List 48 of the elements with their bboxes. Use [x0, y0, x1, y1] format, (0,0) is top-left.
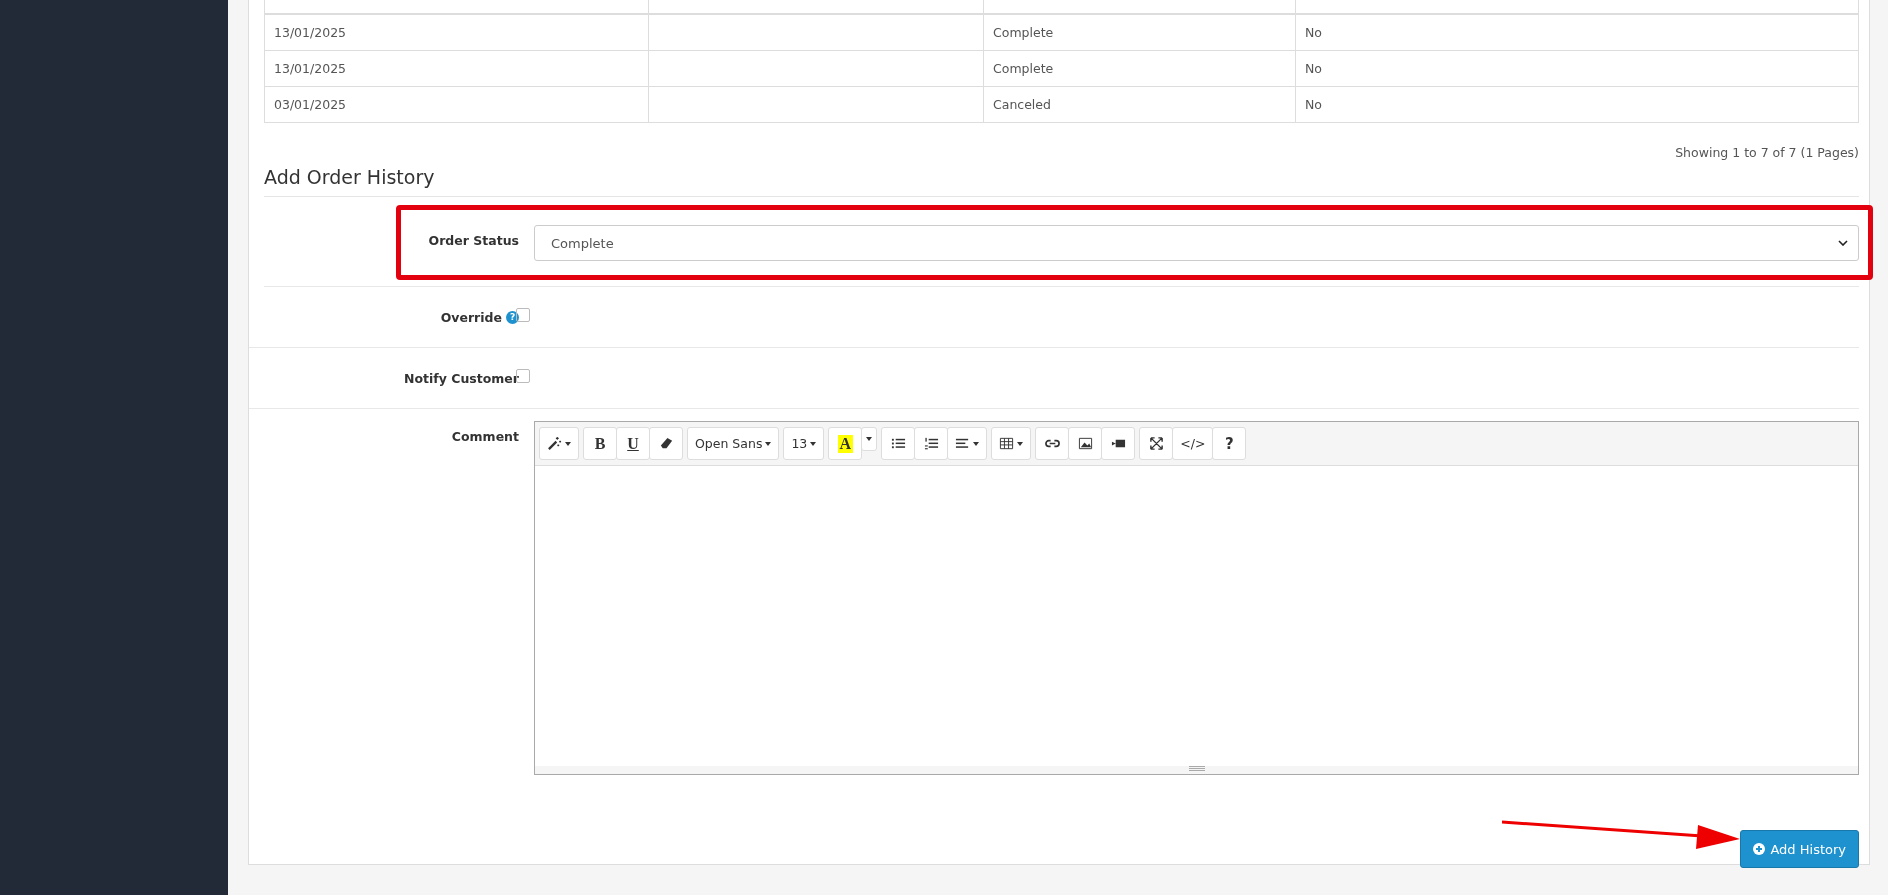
picture-tool-button[interactable]: [1068, 427, 1103, 460]
link-tool-button[interactable]: [1035, 427, 1070, 460]
numbered-list-icon: [923, 436, 939, 451]
chevron-down-icon: [1838, 240, 1848, 246]
align-tool-button[interactable]: [947, 427, 988, 460]
field-label: Notify Customer: [404, 371, 519, 386]
table-cell: Complete: [993, 61, 1054, 76]
underline-tool-button[interactable]: U: [616, 427, 650, 460]
table-cell: No: [1305, 25, 1322, 40]
caret-tool-button[interactable]: [861, 427, 878, 451]
ul-tool-button[interactable]: [881, 427, 916, 460]
code-tool-button[interactable]: </>: [1172, 427, 1214, 460]
fullscreen-tool-button[interactable]: [1139, 427, 1174, 460]
field-label: Order Status: [428, 233, 519, 248]
table-icon: [999, 436, 1015, 451]
table-cell: No: [1305, 61, 1322, 76]
ol-tool-button[interactable]: [914, 427, 949, 460]
video-tool-button[interactable]: [1101, 427, 1136, 460]
table-cell: Canceled: [993, 97, 1051, 112]
eraser-tool-button[interactable]: [649, 427, 683, 460]
table-cell: 03/01/2025: [274, 97, 347, 112]
magic-tool-button[interactable]: [539, 427, 579, 460]
size-tool-button[interactable]: 13: [783, 427, 825, 460]
table-cell: 13/01/2025: [274, 61, 347, 76]
section-title: Add Order History: [264, 166, 1859, 197]
bold-tool-button[interactable]: B: [583, 427, 617, 460]
field-label: Override: [440, 310, 502, 325]
picture-icon: [1077, 436, 1093, 451]
eraser-icon: [658, 436, 674, 451]
checkbox[interactable]: [516, 308, 530, 322]
pagination-text: Showing 1 to 7 of 7 (1 Pages): [1675, 145, 1859, 160]
status-select[interactable]: Complete: [534, 225, 1859, 261]
color-tool-button[interactable]: A: [828, 427, 863, 460]
plus-circle-icon: [1753, 843, 1766, 855]
table-cell: Complete: [993, 25, 1054, 40]
resize-grip-icon[interactable]: [1188, 766, 1205, 771]
magic-wand-icon: [547, 436, 562, 451]
bullet-list-icon: [890, 436, 906, 451]
rich-text-editor[interactable]: B U Open Sans 13 A </> ?: [534, 421, 1859, 775]
table-cell: 13/01/2025: [274, 25, 347, 40]
help-tool-button[interactable]: ?: [1212, 427, 1247, 460]
fullscreen-icon: [1148, 436, 1164, 451]
add-history-button[interactable]: Add History: [1740, 830, 1859, 868]
field-label: Comment: [451, 429, 519, 444]
table-cell: No: [1305, 97, 1322, 112]
align-left-icon: [955, 436, 971, 451]
font-tool-button[interactable]: Open Sans: [687, 427, 780, 460]
table-tool-button[interactable]: [991, 427, 1032, 460]
